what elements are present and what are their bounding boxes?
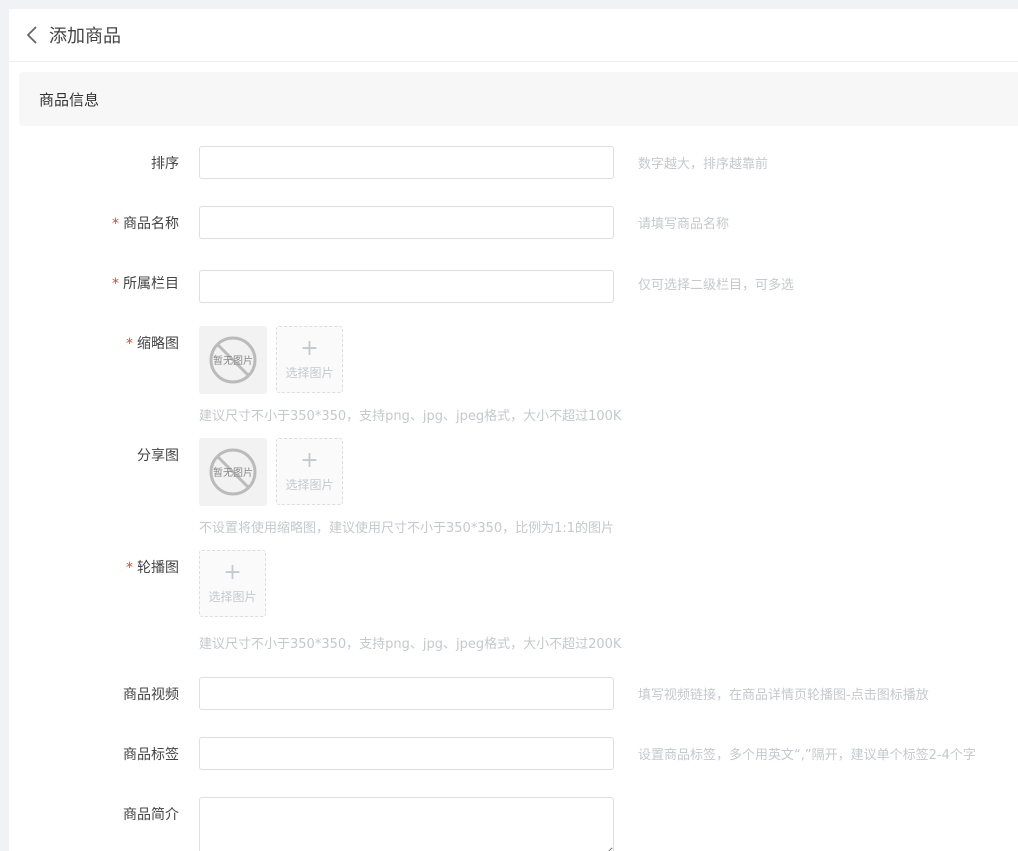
summary-label: 商品简介 bbox=[123, 807, 179, 823]
upload-label: 选择图片 bbox=[285, 366, 334, 380]
carousel-label: * 轮播图 bbox=[126, 560, 179, 576]
tags-label: 商品标签 bbox=[123, 747, 179, 763]
share-image-label: 分享图 bbox=[137, 448, 179, 464]
thumbnail-preview: 暂无图片 bbox=[199, 326, 267, 394]
page-header: 添加商品 bbox=[9, 9, 1018, 62]
share-image-hint: 不设置将使用缩略图，建议使用尺寸不小于350*350，比例为1:1的图片 bbox=[199, 521, 615, 536]
sort-tip: 数字越大，排序越靠前 bbox=[638, 157, 769, 172]
page-title: 添加商品 bbox=[49, 26, 121, 47]
video-tip: 填写视频链接，在商品详情页轮播图-点击图标播放 bbox=[638, 688, 929, 703]
carousel-hint: 建议尺寸不小于350*350，支持png、jpg、jpeg格式，大小不超过200… bbox=[199, 637, 622, 652]
name-input[interactable] bbox=[199, 206, 614, 239]
upload-label: 选择图片 bbox=[285, 478, 334, 492]
back-chevron-left-icon[interactable] bbox=[23, 26, 41, 44]
thumbnail-upload-button[interactable]: + 选择图片 bbox=[276, 326, 343, 393]
share-image-preview: 暂无图片 bbox=[199, 438, 267, 506]
no-image-icon: 暂无图片 bbox=[209, 448, 257, 496]
name-label: * 商品名称 bbox=[112, 216, 179, 232]
required-asterisk: * bbox=[126, 336, 133, 352]
summary-textarea[interactable] bbox=[199, 797, 614, 851]
tags-input[interactable] bbox=[199, 737, 614, 770]
video-input[interactable] bbox=[199, 677, 614, 710]
category-select[interactable] bbox=[199, 270, 614, 303]
required-asterisk: * bbox=[112, 276, 119, 292]
svg-text:暂无图片: 暂无图片 bbox=[213, 354, 253, 367]
sort-input[interactable] bbox=[199, 146, 614, 179]
main-panel: 添加商品 商品信息 排序 数字越大，排序越靠前 * 商品名称 请填写商品名称 * 所… bbox=[9, 9, 1018, 851]
required-asterisk: * bbox=[126, 560, 133, 576]
category-label: * 所属栏目 bbox=[112, 276, 179, 292]
tags-tip: 设置商品标签，多个用英文“,”隔开，建议单个标签2-4个字 bbox=[638, 748, 976, 763]
category-tip: 仅可选择二级栏目，可多选 bbox=[638, 278, 795, 293]
plus-icon: + bbox=[300, 448, 319, 473]
carousel-upload-button[interactable]: + 选择图片 bbox=[199, 550, 266, 617]
thumbnail-label: * 缩略图 bbox=[126, 336, 179, 352]
thumbnail-hint: 建议尺寸不小于350*350，支持png、jpg、jpeg格式，大小不超过100… bbox=[199, 409, 622, 424]
section-title-text: 商品信息 bbox=[39, 90, 100, 109]
svg-text:暂无图片: 暂无图片 bbox=[213, 466, 253, 479]
video-label: 商品视频 bbox=[123, 687, 179, 703]
section-title: 商品信息 bbox=[19, 72, 1018, 126]
required-asterisk: * bbox=[112, 216, 119, 232]
plus-icon: + bbox=[223, 560, 242, 585]
plus-icon: + bbox=[300, 336, 319, 361]
name-tip: 请填写商品名称 bbox=[638, 217, 730, 232]
share-image-upload-button[interactable]: + 选择图片 bbox=[276, 438, 343, 505]
upload-label: 选择图片 bbox=[208, 590, 257, 604]
sort-label: 排序 bbox=[151, 156, 179, 172]
no-image-icon: 暂无图片 bbox=[209, 336, 257, 384]
